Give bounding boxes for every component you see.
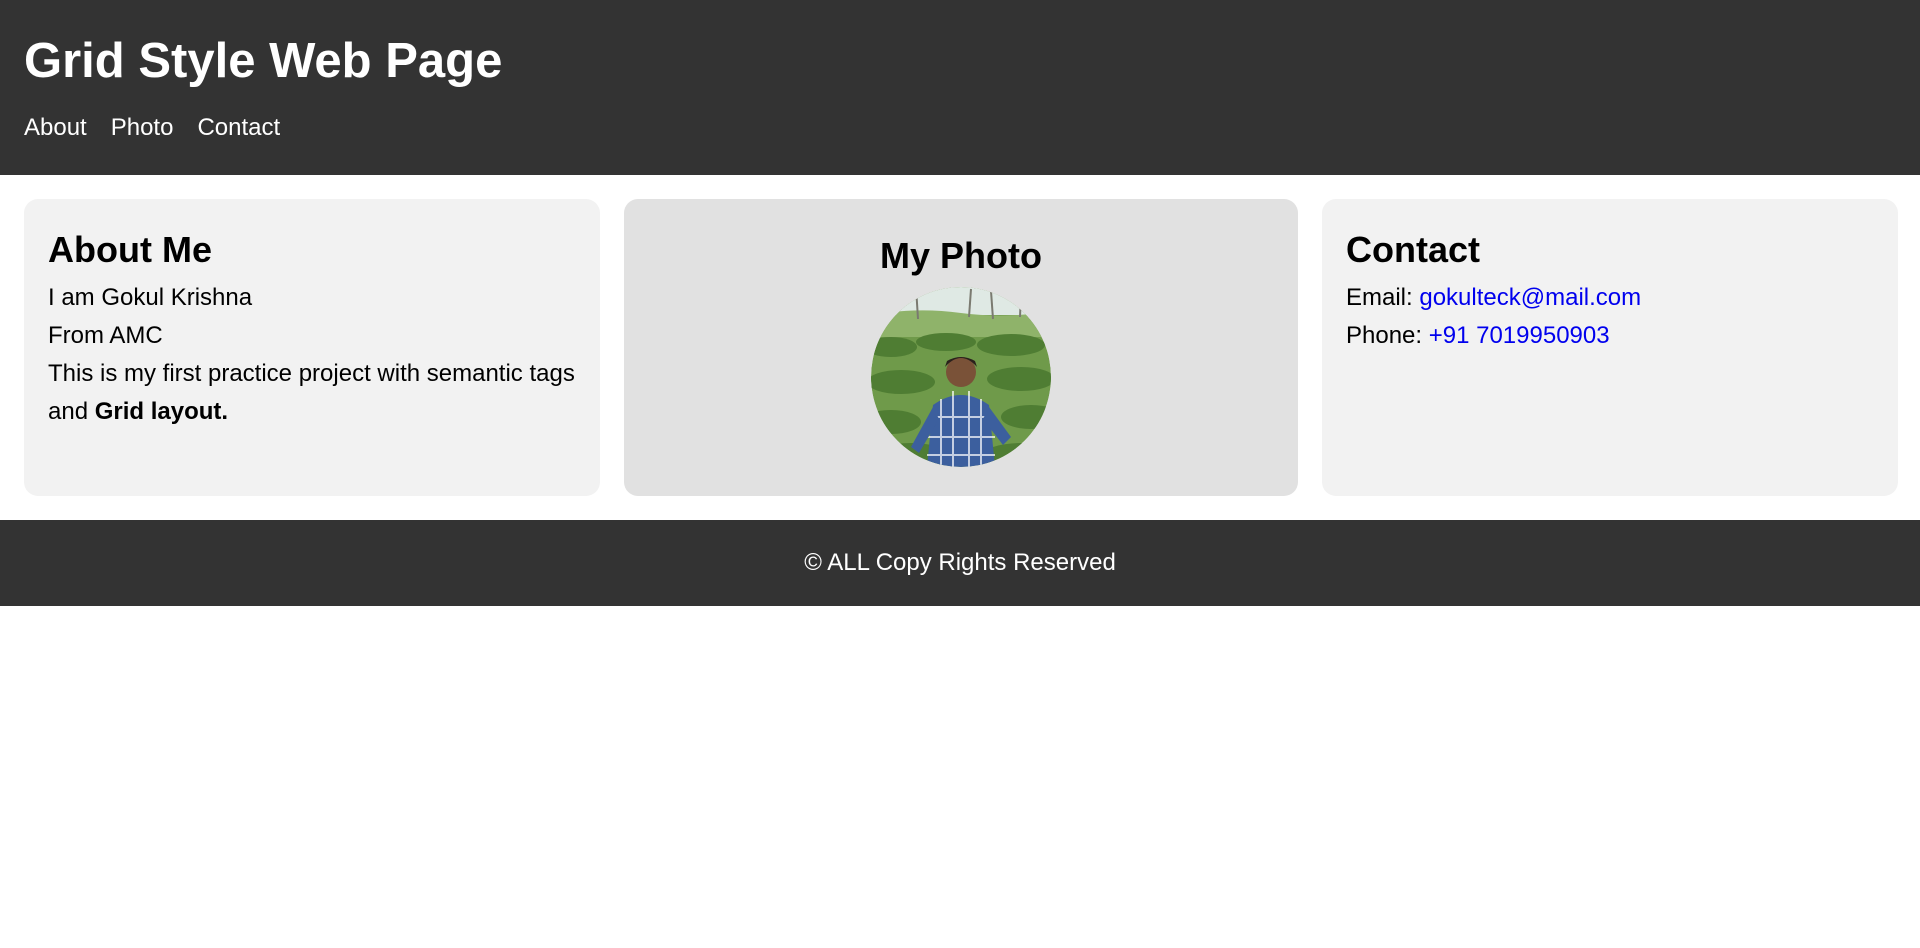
contact-heading: Contact	[1346, 229, 1480, 270]
nav-link-about[interactable]: About	[24, 113, 87, 143]
site-header: Grid Style Web Page About Photo Contact	[0, 0, 1920, 175]
email-link[interactable]: gokulteck@mail.com	[1419, 284, 1641, 311]
email-label: Email:	[1346, 284, 1420, 311]
footer-copyright: © ALL Copy Rights Reserved	[804, 549, 1116, 576]
nav-link-photo[interactable]: Photo	[111, 113, 174, 143]
photo-heading: My Photo	[880, 235, 1042, 276]
about-heading: About Me	[48, 229, 212, 270]
site-footer: © ALL Copy Rights Reserved	[0, 520, 1920, 606]
about-name-line: I am Gokul Krishna	[48, 284, 253, 311]
about-description: This is my first practice project with s…	[48, 355, 576, 431]
phone-link[interactable]: +91 7019950903	[1429, 322, 1610, 349]
nav-link-contact[interactable]: Contact	[197, 113, 280, 143]
about-origin-line: From AMC	[48, 322, 163, 349]
page-title: Grid Style Web Page	[24, 34, 503, 88]
contact-email-line: Email: gokulteck@mail.com	[1346, 279, 1874, 317]
phone-label: Phone:	[1346, 322, 1429, 349]
about-card: About Me I am Gokul Krishna From AMC Thi…	[24, 199, 600, 496]
about-description-bold: Grid layout.	[94, 398, 229, 425]
main-nav: About Photo Contact	[24, 113, 1896, 143]
profile-photo	[871, 287, 1051, 467]
content-grid: About Me I am Gokul Krishna From AMC Thi…	[0, 175, 1920, 520]
photo-card: My Photo	[624, 199, 1298, 496]
contact-phone-line: Phone: +91 7019950903	[1346, 317, 1874, 355]
contact-card: Contact Email: gokulteck@mail.com Phone:…	[1322, 199, 1898, 496]
